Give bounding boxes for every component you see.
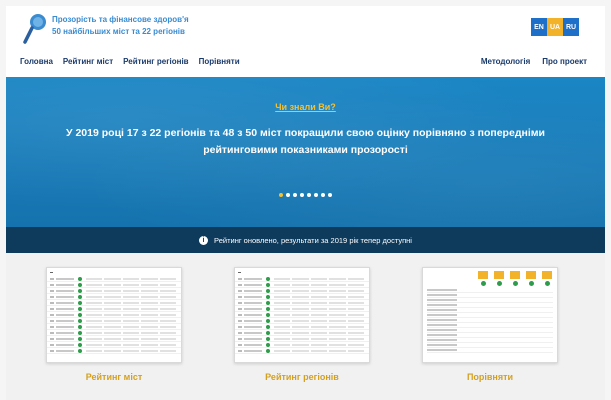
card-city-rating-link[interactable]: Рейтинг міст [46,372,182,382]
brand-line-1: Прозорість та фінансове здоров'я [52,15,189,24]
card-city-rating-thumbnail[interactable]: ▬ [46,267,182,363]
info-icon: i [199,235,209,245]
card-compare-thumbnail[interactable] [422,267,558,363]
secondary-nav: Методологія Про проект [481,57,587,66]
card-region-rating-thumbnail[interactable]: ▬ [234,267,370,363]
carousel-dot[interactable] [328,193,332,197]
main-nav: Головна Рейтинг міст Рейтинг регіонів По… [20,57,240,66]
nav-region-rating[interactable]: Рейтинг регіонів [123,57,188,66]
thumbnail-header: ▬ [50,270,53,274]
nav-city-rating[interactable]: Рейтинг міст [63,57,113,66]
notice-text: Рейтинг оновлено, результати за 2019 рік… [214,235,412,245]
carousel-dot[interactable] [300,193,304,197]
carousel-dot[interactable] [293,193,297,197]
hero-question-link[interactable]: Чи знали Ви? [6,102,605,112]
lang-ru-button[interactable]: RU [563,18,579,36]
lang-en-button[interactable]: EN [531,18,547,36]
nav-about[interactable]: Про проект [542,57,587,66]
hero-carousel: Чи знали Ви? У 2019 році 17 з 22 регіоні… [6,77,605,227]
magnifier-logo-icon[interactable] [22,12,48,46]
carousel-dot[interactable] [307,193,311,197]
header: Прозорість та фінансове здоров'я 50 найб… [6,6,605,82]
page: Прозорість та фінансове здоров'я 50 найб… [6,6,605,400]
lang-ua-button[interactable]: UA [547,18,563,36]
brand-title[interactable]: Прозорість та фінансове здоров'я 50 найб… [52,14,189,38]
carousel-dot[interactable] [286,193,290,197]
carousel-dot[interactable] [321,193,325,197]
thumbnail-score-row [423,281,557,288]
carousel-dots [6,193,605,197]
brand-line-2: 50 найбільших міст та 22 регіонів [52,27,185,36]
thumbnail-header [423,268,557,281]
thumbnail-header: ▬ [238,270,241,274]
nav-home[interactable]: Головна [20,57,53,66]
carousel-dot[interactable] [279,193,283,197]
nav-methodology[interactable]: Методологія [481,57,530,66]
card-compare-link[interactable]: Порівняти [422,372,558,382]
carousel-dot[interactable] [314,193,318,197]
notice-band: i Рейтинг оновлено, результати за 2019 р… [6,227,605,253]
card-region-rating-link[interactable]: Рейтинг регіонів [234,372,370,382]
language-switcher: EN UA RU [531,18,579,36]
nav-compare[interactable]: Порівняти [199,57,240,66]
feature-cards: ▬ Рейтинг міст ▬ Рейтинг регіонів Порівн… [6,253,605,400]
hero-fact-text: У 2019 році 17 з 22 регіонів та 48 з 50 … [66,127,545,156]
